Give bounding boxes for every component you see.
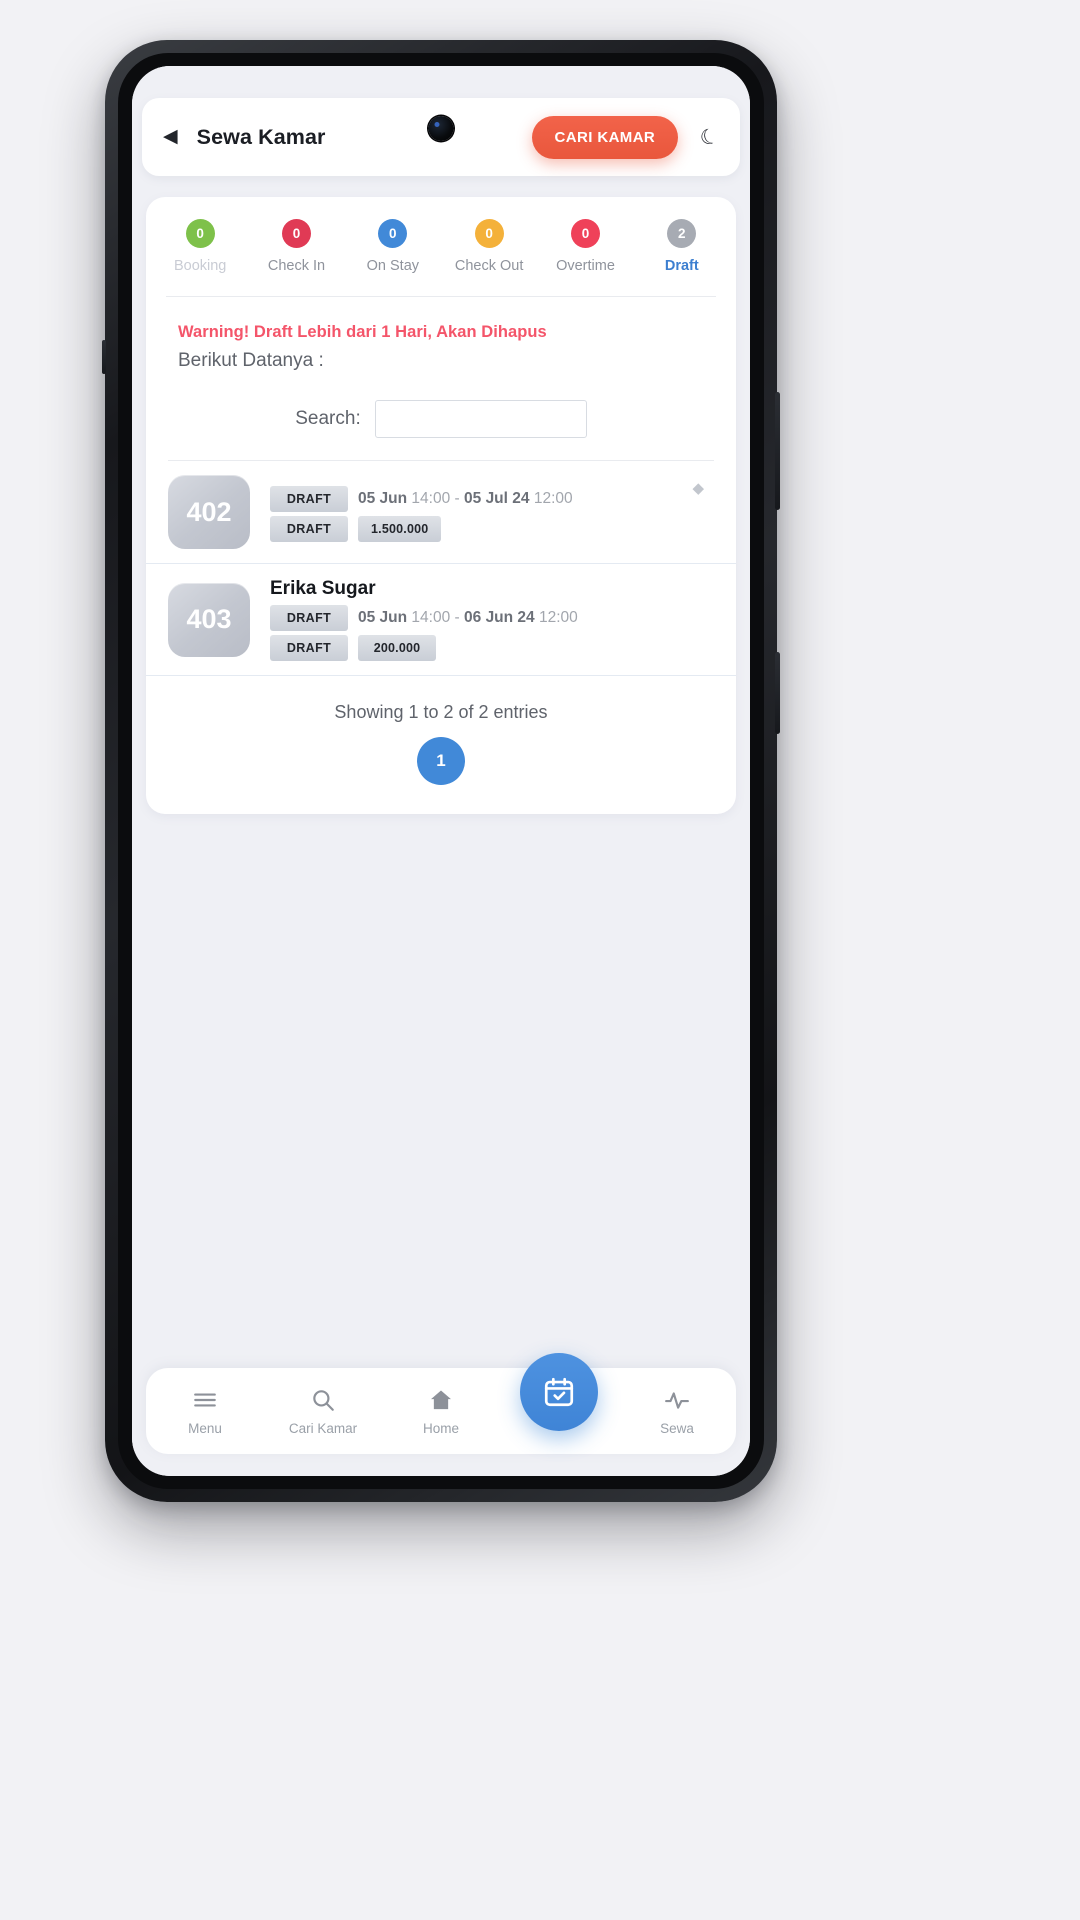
search-row: Search: [146,372,736,438]
search-label: Search: [295,408,361,429]
date-separator: - [454,609,460,626]
price-chip: 1.500.000 [358,516,442,542]
status-tab-booking[interactable]: 0 Booking [152,219,248,274]
status-chip: DRAFT [270,486,348,512]
room-number-tile: 403 [168,582,250,657]
date-start-time: 14:00 [411,609,451,626]
app-viewport: ◀ Sewa Kamar CARI KAMAR ☾ 0 Booking 0 Ch… [132,66,750,1476]
booking-payment-line: DRAFT 200.000 [270,635,714,661]
nav-label: Cari Kamar [288,1420,358,1436]
price-chip: 200.000 [358,635,436,661]
entries-summary: Showing 1 to 2 of 2 entries [334,702,548,722]
nav-item-home[interactable]: Home [382,1387,500,1436]
warning-text: Warning! Draft Lebih dari 1 Hari, Akan D… [178,323,547,341]
cari-kamar-button[interactable]: CARI KAMAR [531,115,679,159]
nav-label: Sewa [660,1420,694,1436]
calendar-check-icon [544,1377,574,1407]
status-tab-label: On Stay [366,258,420,274]
jadwal-fab-button[interactable] [520,1353,598,1431]
hamburger-menu-icon [194,1393,216,1406]
status-tabs: 0 Booking 0 Check In 0 On Stay 0 Check O… [146,219,736,274]
left-side-button[interactable] [102,340,106,374]
status-badge-booking: 0 [185,219,215,248]
page-button-1[interactable]: 1 [417,737,465,785]
table-row[interactable]: 403 Erika Sugar DRAFT 05 Jun 14:00 - 06 … [146,564,736,676]
main-content-card: 0 Booking 0 Check In 0 On Stay 0 Check O… [146,197,736,814]
date-separator: - [454,490,460,507]
status-badge-check-out: 0 [474,219,504,248]
nav-label: Menu [188,1420,222,1436]
status-tab-label: Check In [267,258,326,274]
booking-date-line: DRAFT 05 Jun 14:00 - 06 Jun 24 12:00 [270,605,714,631]
guest-name: Erika Sugar [270,578,376,599]
page-title: Sewa Kamar [196,124,326,149]
moon-icon[interactable]: ☾ [697,122,723,152]
activity-pulse-icon [665,1391,689,1409]
status-tab-label: Check Out [454,258,524,274]
sort-indicator-icon[interactable]: ◆ [692,479,704,497]
phone-screen: ◀ Sewa Kamar CARI KAMAR ☾ 0 Booking 0 Ch… [132,66,750,1476]
volume-button[interactable] [775,392,780,510]
status-chip: DRAFT [270,605,348,631]
status-tab-check-out[interactable]: 0 Check Out [441,219,537,274]
status-tab-on-stay[interactable]: 0 On Stay [345,219,441,274]
back-arrow-icon[interactable]: ◀ [161,121,185,154]
date-start-day: 05 Jun [358,490,408,507]
booking-payment-line: DRAFT 1.500.000 [270,516,714,542]
front-camera-icon [428,116,454,141]
status-badge-overtime: 0 [570,219,600,248]
status-badge-on-stay: 0 [378,219,408,248]
search-input[interactable] [374,400,587,438]
nav-item-cari-kamar[interactable]: Cari Kamar [264,1387,382,1436]
home-icon [431,1389,451,1409]
nav-item-menu[interactable]: Menu [146,1387,264,1436]
search-icon [313,1389,334,1411]
status-badge-draft: 2 [667,219,697,248]
date-end-day: 06 Jun 24 [464,609,535,626]
date-end-time: 12:00 [533,490,573,507]
status-tab-label: Overtime [556,258,615,274]
booking-date-line: DRAFT 05 Jun 14:00 - 05 Jul 24 12:00 [270,486,714,512]
phone-frame: ◀ Sewa Kamar CARI KAMAR ☾ 0 Booking 0 Ch… [102,40,780,1502]
status-tab-label: Booking [173,258,227,274]
booking-details: DRAFT 05 Jun 14:00 - 05 Jul 24 12:00 DRA… [270,482,714,542]
booking-details: Erika Sugar DRAFT 05 Jun 14:00 - 06 Jun … [270,578,714,661]
status-tab-draft[interactable]: 2 Draft [634,219,730,274]
bottom-navigation: Menu Cari Kamar Home Sewa [146,1353,736,1454]
power-button[interactable] [775,652,780,734]
status-tab-check-in[interactable]: 0 Check In [248,219,344,274]
date-end-day: 05 Jul 24 [464,490,530,507]
payment-status-chip: DRAFT [270,635,348,661]
pagination: Showing 1 to 2 of 2 entries 1 [146,676,736,785]
nav-item-sewa[interactable]: Sewa [618,1387,736,1436]
room-number-tile: 402 [168,475,250,549]
booking-date-range: 05 Jun 14:00 - 06 Jun 24 12:00 [358,609,578,627]
table-row[interactable]: 402 DRAFT 05 Jun 14:00 - 05 Jul 24 12:00… [146,461,736,564]
notice-block: Warning! Draft Lebih dari 1 Hari, Akan D… [146,297,736,372]
status-tab-overtime[interactable]: 0 Overtime [537,219,633,274]
status-badge-check-in: 0 [281,219,311,248]
payment-status-chip: DRAFT [270,516,348,542]
nav-label: Home [422,1420,459,1436]
date-start-time: 14:00 [411,490,451,507]
nav-item-jadwal[interactable]: Jadwal [500,1353,618,1431]
notice-subtitle: Berikut Datanya : [178,350,324,371]
date-end-time: 12:00 [538,609,578,626]
booking-date-range: 05 Jun 14:00 - 05 Jul 24 12:00 [358,490,573,508]
status-tab-label: Draft [664,258,699,274]
date-start-day: 05 Jun [358,609,408,626]
